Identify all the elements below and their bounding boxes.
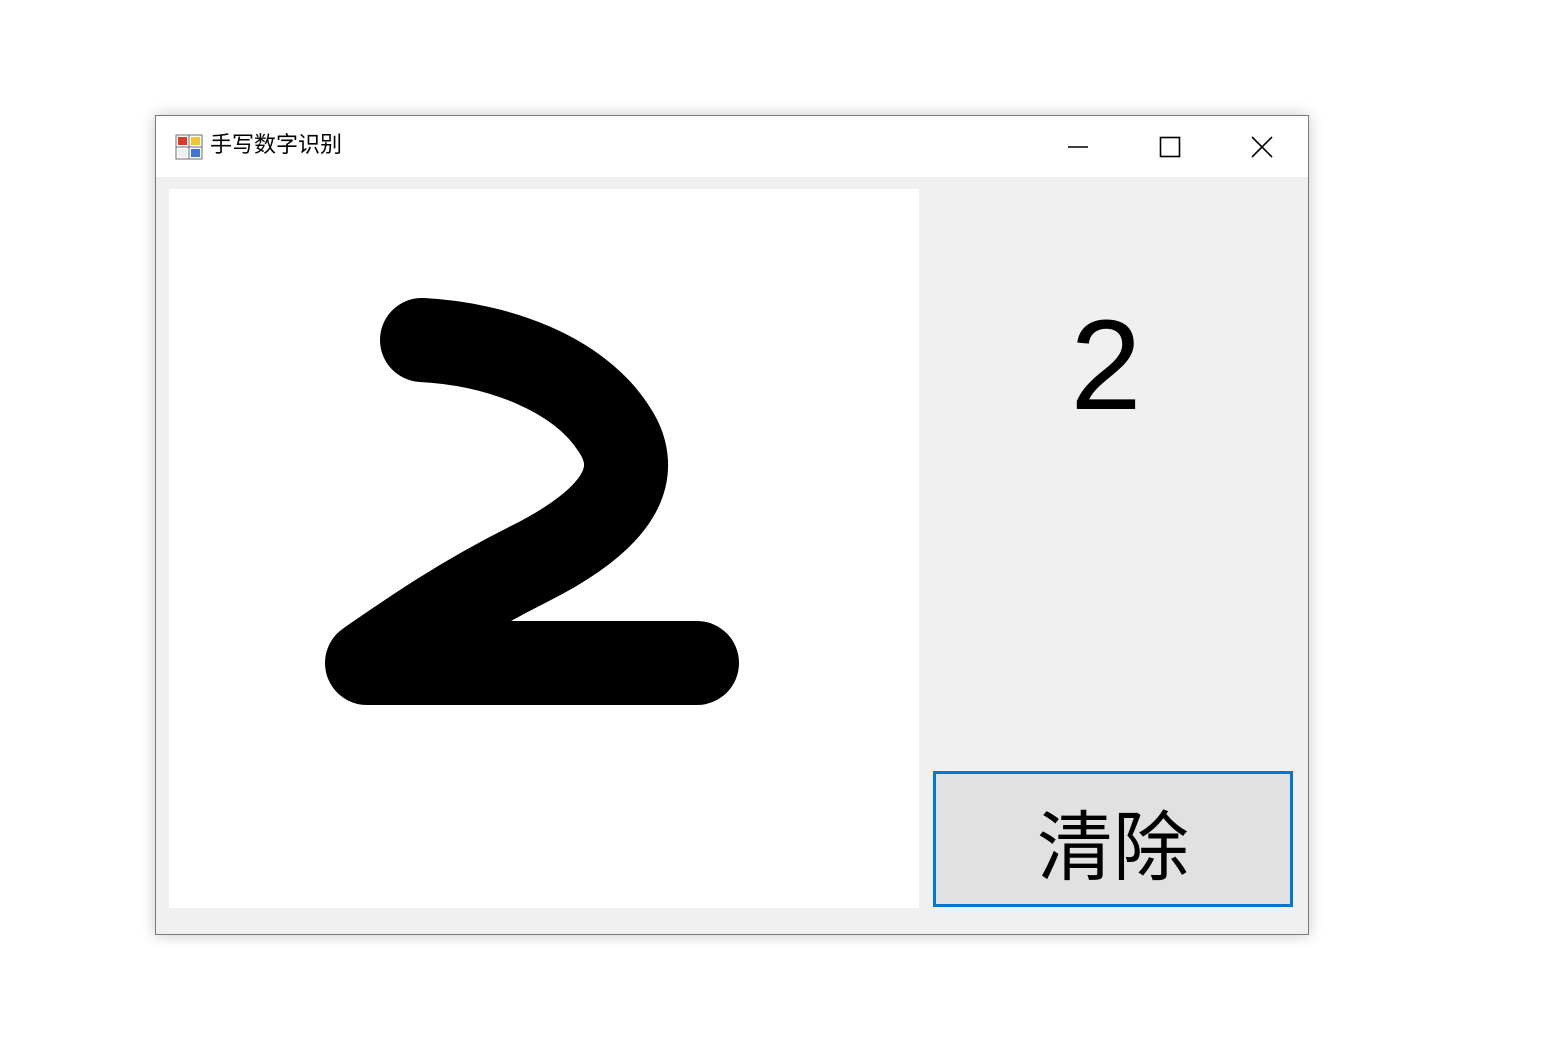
handwritten-digit-stroke xyxy=(325,298,739,705)
maximize-icon xyxy=(1159,136,1181,157)
close-icon xyxy=(1251,135,1273,158)
winforms-app-icon xyxy=(175,134,203,160)
app-window: 手写数字识别 2 清除 xyxy=(155,115,1309,935)
minimize-button[interactable] xyxy=(1032,116,1124,177)
minimize-icon xyxy=(1068,145,1088,148)
title-bar[interactable]: 手写数字识别 xyxy=(156,116,1308,177)
close-button[interactable] xyxy=(1216,116,1308,177)
recognized-digit: 2 xyxy=(1070,294,1142,437)
maximize-button[interactable] xyxy=(1124,116,1216,177)
drawing-canvas[interactable] xyxy=(169,189,919,908)
clear-button[interactable]: 清除 xyxy=(933,771,1293,907)
window-title: 手写数字识别 xyxy=(210,133,343,158)
